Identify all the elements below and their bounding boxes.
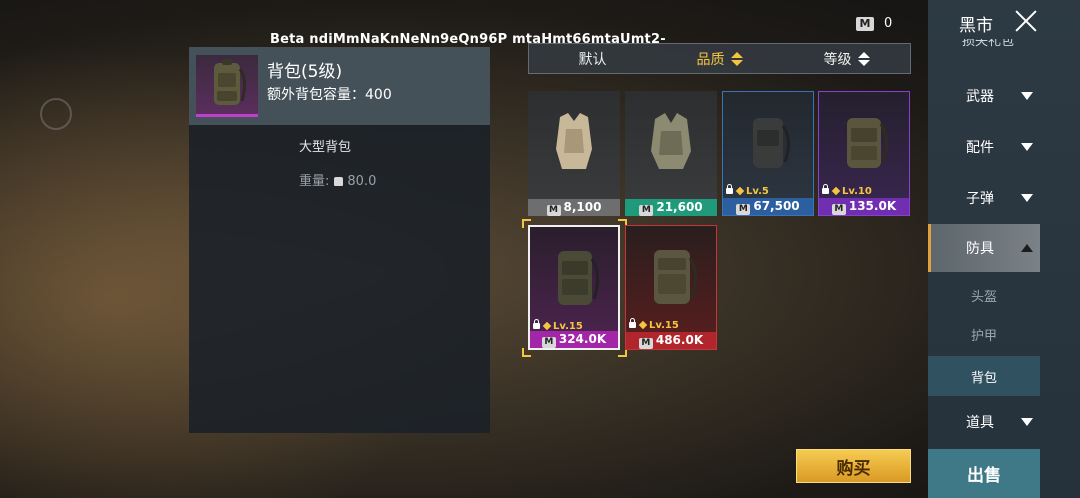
buy-button[interactable]: 购买: [796, 449, 911, 483]
lock-icon: [533, 319, 540, 329]
close-icon[interactable]: [1014, 9, 1038, 33]
m-coin-icon: M: [736, 204, 751, 215]
sidebar-item-weapons[interactable]: 武器: [928, 74, 1040, 118]
item-name: 背包(5级): [267, 62, 343, 82]
item-price: M 135.0K: [819, 198, 909, 215]
level-diamond-icon: [831, 186, 841, 196]
level-lock: Lv.5: [726, 184, 769, 197]
item-capacity: 额外背包容量：400: [267, 87, 392, 103]
m-coin-icon: M: [831, 204, 846, 215]
sort-default[interactable]: 默认: [529, 44, 656, 73]
sort-level[interactable]: 等级: [783, 44, 910, 73]
level-diamond-icon: [542, 321, 552, 331]
item-price: M 21,600: [625, 199, 717, 216]
currency-display: M0: [856, 13, 892, 32]
item-weight: 重量: 80.0: [299, 170, 376, 189]
sort-bar: 默认 品质 等级: [528, 43, 911, 74]
item-detail-panel: 背包(5级) 额外背包容量：400 大型背包 重量: 80.0: [189, 47, 490, 433]
sidebar-item-armor[interactable]: 防具: [928, 224, 1040, 272]
sidebar-item-ammo[interactable]: 子弹: [928, 176, 1040, 220]
sidebar-sub-vest[interactable]: 护甲: [928, 316, 1040, 352]
chevron-down-icon: [1021, 194, 1033, 202]
target-ring-icon: [40, 98, 72, 130]
lock-icon: [726, 184, 733, 194]
chevron-down-icon: [1021, 92, 1033, 100]
vest-icon: [556, 113, 592, 169]
item-card[interactable]: Lv.10 M 135.0K: [818, 91, 910, 216]
level-diamond-icon: [735, 186, 745, 196]
item-price: M 67,500: [723, 198, 813, 215]
m-coin-icon: M: [638, 338, 653, 349]
backpack-icon: [558, 251, 599, 305]
item-thumbnail: [196, 55, 258, 117]
weight-value: 80.0: [347, 174, 377, 189]
item-card[interactable]: Lv.5 M 67,500: [722, 91, 814, 216]
sort-quality[interactable]: 品质: [656, 44, 783, 73]
item-type: 大型背包: [299, 140, 352, 155]
item-card[interactable]: M 21,600: [625, 91, 717, 216]
m-coin-icon: M: [639, 205, 654, 216]
chevron-down-icon: [1021, 143, 1033, 151]
item-price: M 324.0K: [530, 331, 618, 348]
sidebar-sub-backpack[interactable]: 背包: [928, 356, 1040, 396]
chevron-up-icon: [1021, 244, 1033, 252]
weight-icon: [334, 177, 344, 186]
sidebar-sub-helmet[interactable]: 头盔: [928, 277, 1040, 313]
market-sidebar: 黑市 损失礼包 武器 配件 子弹 防具 头盔 护甲 背包 道具 出售: [928, 0, 1080, 498]
lock-icon: [629, 318, 636, 328]
m-coin-icon: M: [541, 337, 556, 348]
lock-icon: [822, 184, 829, 194]
vest-icon: [651, 113, 691, 169]
item-card-selected[interactable]: Lv.15 M 324.0K: [528, 225, 620, 350]
m-coin-icon: M: [546, 205, 561, 216]
level-diamond-icon: [638, 320, 648, 330]
chevron-down-icon: [1021, 418, 1033, 426]
sidebar-item-cut[interactable]: 损失礼包: [962, 39, 1014, 51]
backpack-icon: [753, 118, 790, 168]
item-detail-header: 背包(5级) 额外背包容量：400: [189, 47, 490, 125]
selection-corner: [522, 348, 531, 357]
backpack-icon: [214, 59, 247, 105]
item-price: M 486.0K: [626, 332, 716, 349]
item-card[interactable]: M 8,100: [528, 91, 620, 216]
m-coin-icon: M: [856, 16, 874, 31]
backpack-icon: [654, 250, 697, 304]
sidebar-item-attachments[interactable]: 配件: [928, 125, 1040, 169]
level-lock: Lv.15: [629, 318, 679, 331]
sell-button[interactable]: 出售: [928, 449, 1040, 498]
sidebar-item-items[interactable]: 道具: [928, 400, 1040, 444]
selection-corner: [522, 219, 531, 228]
sort-arrows-icon: [730, 51, 743, 66]
sort-arrows-icon: [857, 51, 870, 66]
item-price: M 8,100: [528, 199, 620, 216]
backpack-icon: [847, 118, 888, 168]
currency-value: 0: [884, 16, 893, 31]
weight-label: 重量:: [299, 174, 330, 189]
item-card[interactable]: Lv.15 M 486.0K: [625, 225, 717, 350]
level-lock: Lv.10: [822, 184, 872, 197]
sidebar-title: 黑市: [959, 16, 993, 36]
